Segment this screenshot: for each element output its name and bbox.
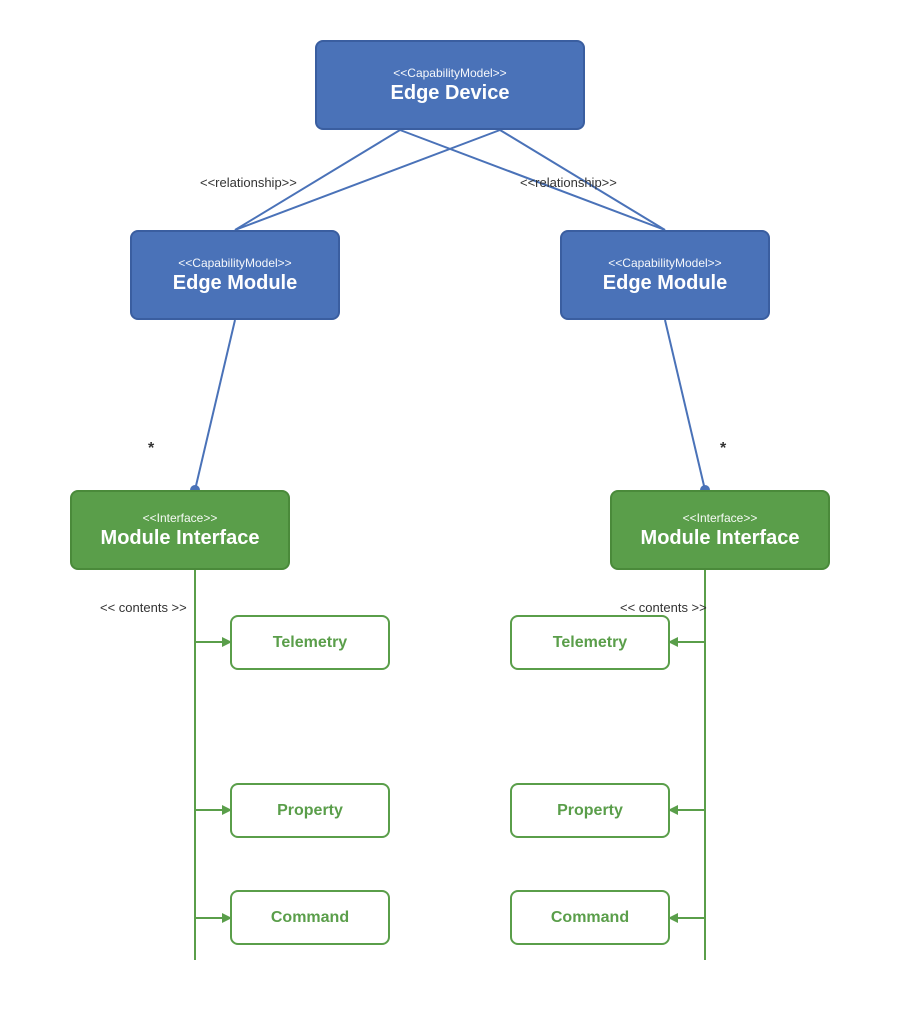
telemetry-left-label: Telemetry <box>273 634 347 652</box>
edge-device-stereotype: <<CapabilityModel>> <box>393 66 506 80</box>
command-left-label: Command <box>271 909 349 927</box>
property-right-label: Property <box>557 802 623 820</box>
telemetry-right-label: Telemetry <box>553 634 627 652</box>
edge-device-label: Edge Device <box>391 82 510 105</box>
telemetry-left-box: Telemetry <box>230 615 390 670</box>
command-right-label: Command <box>551 909 629 927</box>
edge-module-left-node: <<CapabilityModel>> Edge Module <box>130 230 340 320</box>
module-interface-left-node: <<Interface>> Module Interface <box>70 490 290 570</box>
edge-module-right-stereotype: <<CapabilityModel>> <box>608 256 721 270</box>
edge-device-node: <<CapabilityModel>> Edge Device <box>315 40 585 130</box>
edge-module-left-stereotype: <<CapabilityModel>> <box>178 256 291 270</box>
module-interface-right-label: Module Interface <box>641 527 800 550</box>
multiplicity-right: * <box>720 440 726 458</box>
module-interface-right-stereotype: <<Interface>> <box>683 511 758 525</box>
command-left-box: Command <box>230 890 390 945</box>
module-interface-right-node: <<Interface>> Module Interface <box>610 490 830 570</box>
edge-module-right-label: Edge Module <box>603 272 727 295</box>
rel-label-right: <<relationship>> <box>520 175 617 190</box>
telemetry-right-box: Telemetry <box>510 615 670 670</box>
module-interface-left-label: Module Interface <box>101 527 260 550</box>
edge-module-right-node: <<CapabilityModel>> Edge Module <box>560 230 770 320</box>
multiplicity-left: * <box>148 440 154 458</box>
contents-label-right: << contents >> <box>620 600 707 615</box>
property-left-box: Property <box>230 783 390 838</box>
property-right-box: Property <box>510 783 670 838</box>
edge-module-left-label: Edge Module <box>173 272 297 295</box>
rel-label-left: <<relationship>> <box>200 175 297 190</box>
property-left-label: Property <box>277 802 343 820</box>
command-right-box: Command <box>510 890 670 945</box>
contents-label-left: << contents >> <box>100 600 187 615</box>
diagram: <<CapabilityModel>> Edge Device <<relati… <box>0 0 899 1024</box>
module-interface-left-stereotype: <<Interface>> <box>143 511 218 525</box>
